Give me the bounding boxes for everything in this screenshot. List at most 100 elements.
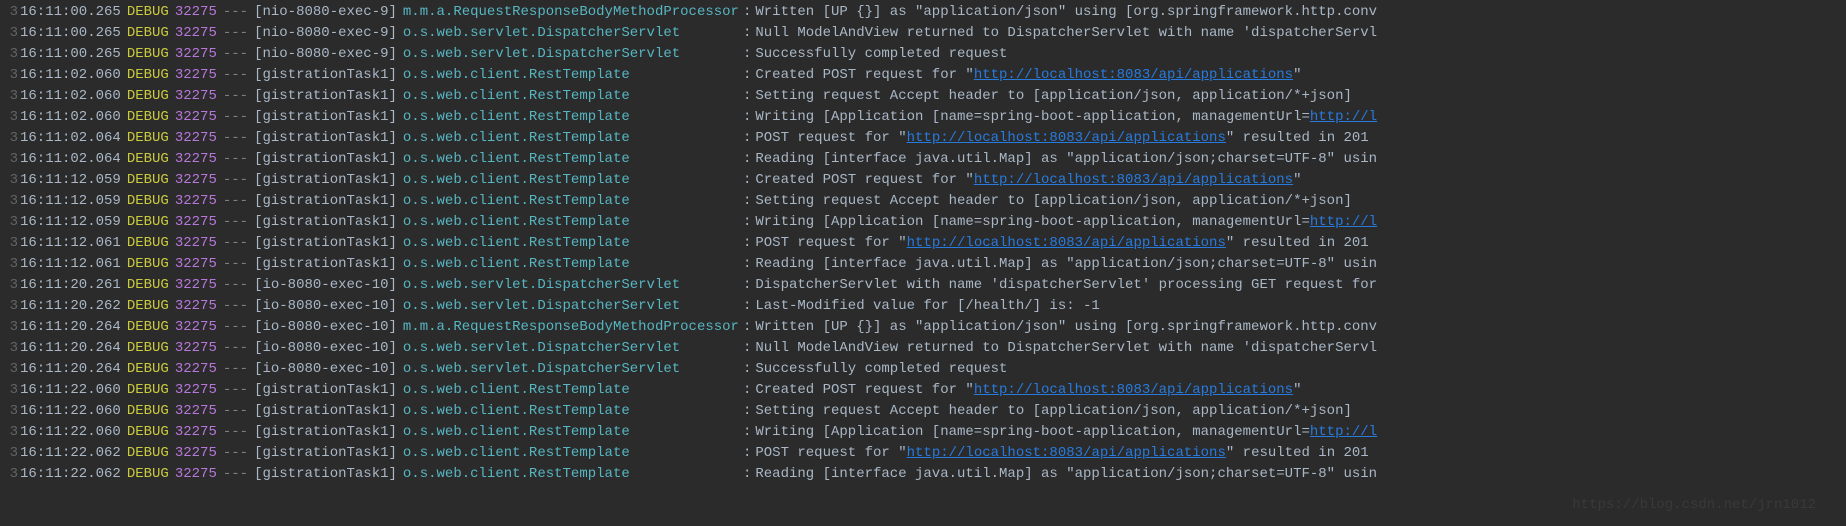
log-line[interactable]: 3 16:11:20.261DEBUG32275---[io-8080-exec…	[0, 275, 1846, 296]
log-line[interactable]: 3 16:11:12.061DEBUG32275---[gistrationTa…	[0, 254, 1846, 275]
padding	[630, 86, 739, 107]
gutter-marker: 3	[4, 275, 20, 296]
url-link[interactable]: http://l	[1310, 424, 1377, 440]
padding	[630, 380, 739, 401]
log-line[interactable]: 3 16:11:22.060DEBUG32275---[gistrationTa…	[0, 380, 1846, 401]
thread-name: [io-8080-exec-10]	[254, 359, 403, 380]
log-line[interactable]: 3 16:11:20.264DEBUG32275---[io-8080-exec…	[0, 359, 1846, 380]
log-line[interactable]: 3 16:11:02.060DEBUG32275---[gistrationTa…	[0, 65, 1846, 86]
thread-name: [gistrationTask1]	[254, 464, 403, 485]
separator: ---	[223, 443, 254, 464]
separator: ---	[223, 254, 254, 275]
gutter-marker: 3	[4, 233, 20, 254]
log-line[interactable]: 3 16:11:12.059DEBUG32275---[gistrationTa…	[0, 191, 1846, 212]
process-id: 32275	[175, 401, 223, 422]
gutter-marker: 3	[4, 317, 20, 338]
padding	[630, 254, 739, 275]
log-message: Created POST request for "http://localho…	[755, 170, 1301, 191]
colon-separator: :	[739, 338, 755, 359]
log-output[interactable]: 3 16:11:00.265DEBUG32275---[nio-8080-exe…	[0, 2, 1846, 485]
log-level: DEBUG	[127, 317, 175, 338]
log-message: POST request for "http://localhost:8083/…	[755, 233, 1368, 254]
url-link[interactable]: http://localhost:8083/api/applications	[907, 445, 1226, 461]
separator: ---	[223, 149, 254, 170]
log-line[interactable]: 3 16:11:20.264DEBUG32275---[io-8080-exec…	[0, 338, 1846, 359]
separator: ---	[223, 338, 254, 359]
timestamp: 16:11:20.264	[20, 338, 127, 359]
log-level: DEBUG	[127, 107, 175, 128]
logger-name: o.s.web.client.RestTemplate	[403, 443, 630, 464]
log-line[interactable]: 3 16:11:20.264DEBUG32275---[io-8080-exec…	[0, 317, 1846, 338]
log-line[interactable]: 3 16:11:22.060DEBUG32275---[gistrationTa…	[0, 422, 1846, 443]
gutter-marker: 3	[4, 149, 20, 170]
padding	[630, 191, 739, 212]
log-line[interactable]: 3 16:11:00.265DEBUG32275---[nio-8080-exe…	[0, 2, 1846, 23]
gutter-marker: 3	[4, 254, 20, 275]
url-link[interactable]: http://localhost:8083/api/applications	[907, 130, 1226, 146]
log-level: DEBUG	[127, 149, 175, 170]
log-message: Writing [Application [name=spring-boot-a…	[755, 212, 1377, 233]
colon-separator: :	[739, 44, 755, 65]
logger-name: m.m.a.RequestResponseBodyMethodProcessor	[403, 317, 739, 338]
timestamp: 16:11:12.061	[20, 233, 127, 254]
colon-separator: :	[739, 254, 755, 275]
separator: ---	[223, 422, 254, 443]
colon-separator: :	[739, 443, 755, 464]
colon-separator: :	[739, 2, 755, 23]
thread-name: [io-8080-exec-10]	[254, 317, 403, 338]
colon-separator: :	[739, 191, 755, 212]
url-link[interactable]: http://l	[1310, 109, 1377, 125]
log-level: DEBUG	[127, 65, 175, 86]
log-message: Setting request Accept header to [applic…	[755, 86, 1352, 107]
log-level: DEBUG	[127, 443, 175, 464]
log-line[interactable]: 3 16:11:22.062DEBUG32275---[gistrationTa…	[0, 443, 1846, 464]
thread-name: [gistrationTask1]	[254, 107, 403, 128]
url-link[interactable]: http://localhost:8083/api/applications	[907, 235, 1226, 251]
gutter-marker: 3	[4, 86, 20, 107]
url-link[interactable]: http://l	[1310, 214, 1377, 230]
url-link[interactable]: http://localhost:8083/api/applications	[974, 172, 1293, 188]
logger-name: o.s.web.client.RestTemplate	[403, 170, 630, 191]
log-level: DEBUG	[127, 23, 175, 44]
log-line[interactable]: 3 16:11:00.265DEBUG32275---[nio-8080-exe…	[0, 23, 1846, 44]
log-line[interactable]: 3 16:11:02.064DEBUG32275---[gistrationTa…	[0, 149, 1846, 170]
process-id: 32275	[175, 380, 223, 401]
process-id: 32275	[175, 128, 223, 149]
log-level: DEBUG	[127, 380, 175, 401]
log-line[interactable]: 3 16:11:12.059DEBUG32275---[gistrationTa…	[0, 170, 1846, 191]
log-level: DEBUG	[127, 275, 175, 296]
thread-name: [io-8080-exec-10]	[254, 296, 403, 317]
log-line[interactable]: 3 16:11:00.265DEBUG32275---[nio-8080-exe…	[0, 44, 1846, 65]
thread-name: [nio-8080-exec-9]	[254, 23, 403, 44]
gutter-marker: 3	[4, 338, 20, 359]
log-line[interactable]: 3 16:11:02.060DEBUG32275---[gistrationTa…	[0, 86, 1846, 107]
timestamp: 16:11:20.264	[20, 317, 127, 338]
log-line[interactable]: 3 16:11:02.064DEBUG32275---[gistrationTa…	[0, 128, 1846, 149]
process-id: 32275	[175, 212, 223, 233]
logger-name: o.s.web.client.RestTemplate	[403, 86, 630, 107]
log-line[interactable]: 3 16:11:22.062DEBUG32275---[gistrationTa…	[0, 464, 1846, 485]
gutter-marker: 3	[4, 2, 20, 23]
padding	[680, 359, 739, 380]
url-link[interactable]: http://localhost:8083/api/applications	[974, 67, 1293, 83]
colon-separator: :	[739, 275, 755, 296]
thread-name: [gistrationTask1]	[254, 401, 403, 422]
log-line[interactable]: 3 16:11:02.060DEBUG32275---[gistrationTa…	[0, 107, 1846, 128]
separator: ---	[223, 170, 254, 191]
log-message: Successfully completed request	[755, 359, 1007, 380]
log-line[interactable]: 3 16:11:12.061DEBUG32275---[gistrationTa…	[0, 233, 1846, 254]
log-message: Last-Modified value for [/health/] is: -…	[755, 296, 1099, 317]
process-id: 32275	[175, 422, 223, 443]
process-id: 32275	[175, 86, 223, 107]
log-line[interactable]: 3 16:11:12.059DEBUG32275---[gistrationTa…	[0, 212, 1846, 233]
log-line[interactable]: 3 16:11:20.262DEBUG32275---[io-8080-exec…	[0, 296, 1846, 317]
colon-separator: :	[739, 170, 755, 191]
url-link[interactable]: http://localhost:8083/api/applications	[974, 382, 1293, 398]
log-line[interactable]: 3 16:11:22.060DEBUG32275---[gistrationTa…	[0, 401, 1846, 422]
process-id: 32275	[175, 275, 223, 296]
timestamp: 16:11:22.060	[20, 380, 127, 401]
process-id: 32275	[175, 44, 223, 65]
padding	[630, 65, 739, 86]
log-message: DispatcherServlet with name 'dispatcherS…	[755, 275, 1377, 296]
separator: ---	[223, 212, 254, 233]
